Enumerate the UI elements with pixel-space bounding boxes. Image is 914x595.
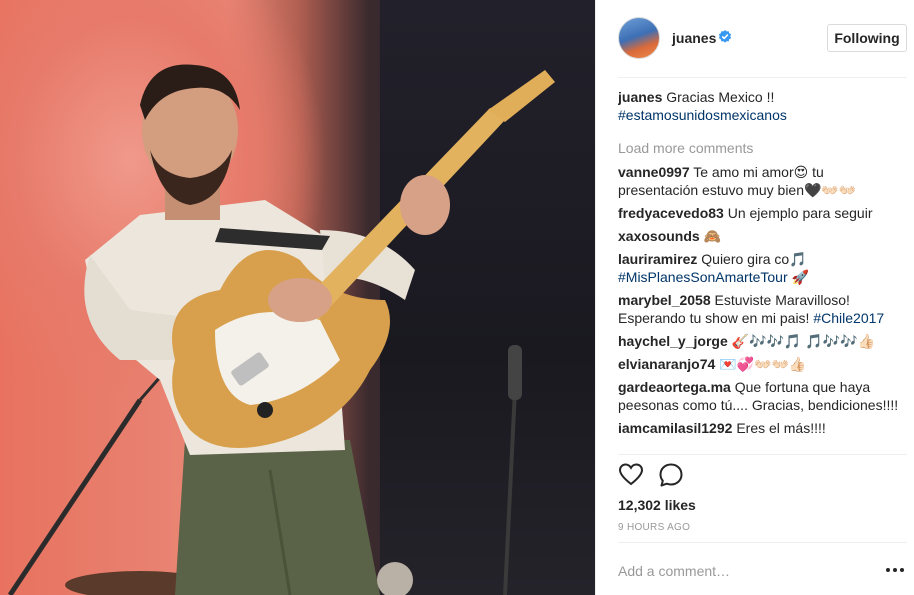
post-header: juanes Following (596, 0, 914, 77)
comment-text: Eres el más!!!! (736, 420, 826, 436)
verified-badge-icon (718, 30, 732, 43)
post-sidebar: juanes Following juanes Gracias Mexico !… (595, 0, 914, 595)
comments-list[interactable]: juanes Gracias Mexico !! #estamosunidosm… (618, 88, 900, 454)
author-username[interactable]: juanes (672, 30, 716, 46)
comment-username[interactable]: haychel_y_jorge (618, 333, 728, 349)
post-photo[interactable] (0, 0, 595, 595)
avatar[interactable] (618, 17, 660, 59)
post-timestamp[interactable]: 9 HOURS AGO (618, 522, 690, 533)
add-comment-input[interactable] (618, 560, 868, 582)
guitarist-illustration (7, 64, 555, 595)
comment-item: gardeaortega.ma Que fortuna que haya pee… (618, 378, 900, 414)
comment-username[interactable]: vanne0997 (618, 164, 690, 180)
comment-username[interactable]: lauriramirez (618, 251, 697, 267)
comment-text: 🙈 (703, 228, 722, 244)
comment-item: vanne0997 Te amo mi amor😍 tu presentació… (618, 163, 900, 199)
comment-username[interactable]: elvianaranjo74 (618, 356, 715, 372)
following-button[interactable]: Following (827, 24, 907, 52)
likes-count[interactable]: 12,302 likes (618, 497, 696, 513)
instagram-post: juanes Following juanes Gracias Mexico !… (0, 0, 914, 595)
comment-text: Un ejemplo para seguir (727, 205, 873, 221)
comment-item: lauriramirez Quiero gira co🎵 #MisPlanesS… (618, 250, 900, 286)
comment-username[interactable]: marybel_2058 (618, 292, 711, 308)
caption: juanes Gracias Mexico !! #estamosunidosm… (618, 88, 900, 124)
comment-item: fredyacevedo83 Un ejemplo para seguir (618, 204, 900, 222)
comment-username[interactable]: fredyacevedo83 (618, 205, 724, 221)
comment-username[interactable]: xaxosounds (618, 228, 700, 244)
comment-item: xaxosounds 🙈 (618, 227, 900, 245)
footer-divider (618, 542, 907, 543)
caption-text: Gracias Mexico !! (666, 89, 775, 105)
actions-divider (618, 454, 907, 455)
header-divider (618, 77, 907, 78)
comment-hashtag[interactable]: #MisPlanesSonAmarteTour 🚀 (618, 269, 809, 285)
comment-text: 🎸🎶🎶🎵 🎵🎶🎶👍🏻 (731, 333, 875, 349)
ellipsis-icon[interactable] (886, 565, 906, 575)
comment-item: iamcamilasil1292 Eres el más!!!! (618, 419, 900, 437)
load-more-comments-link[interactable]: Load more comments (618, 139, 900, 157)
comment-text: 💌💞👐🏻👐🏻👍🏻 (719, 356, 807, 372)
speech-bubble-icon[interactable] (658, 462, 684, 488)
caption-hashtag[interactable]: #estamosunidosmexicanos (618, 107, 787, 123)
action-bar (618, 462, 684, 490)
comment-item: elvianaranjo74 💌💞👐🏻👐🏻👍🏻 (618, 355, 900, 373)
comment-hashtag[interactable]: #Chile2017 (813, 310, 884, 326)
comment-text: Quiero gira co🎵 (701, 251, 807, 267)
heart-outline-icon[interactable] (618, 462, 644, 488)
caption-username[interactable]: juanes (618, 89, 662, 105)
comment-item: marybel_2058 Estuviste Maravilloso! Espe… (618, 291, 900, 327)
comment-username[interactable]: gardeaortega.ma (618, 379, 731, 395)
comment-item: haychel_y_jorge 🎸🎶🎶🎵 🎵🎶🎶👍🏻 (618, 332, 900, 350)
comment-username[interactable]: iamcamilasil1292 (618, 420, 732, 436)
